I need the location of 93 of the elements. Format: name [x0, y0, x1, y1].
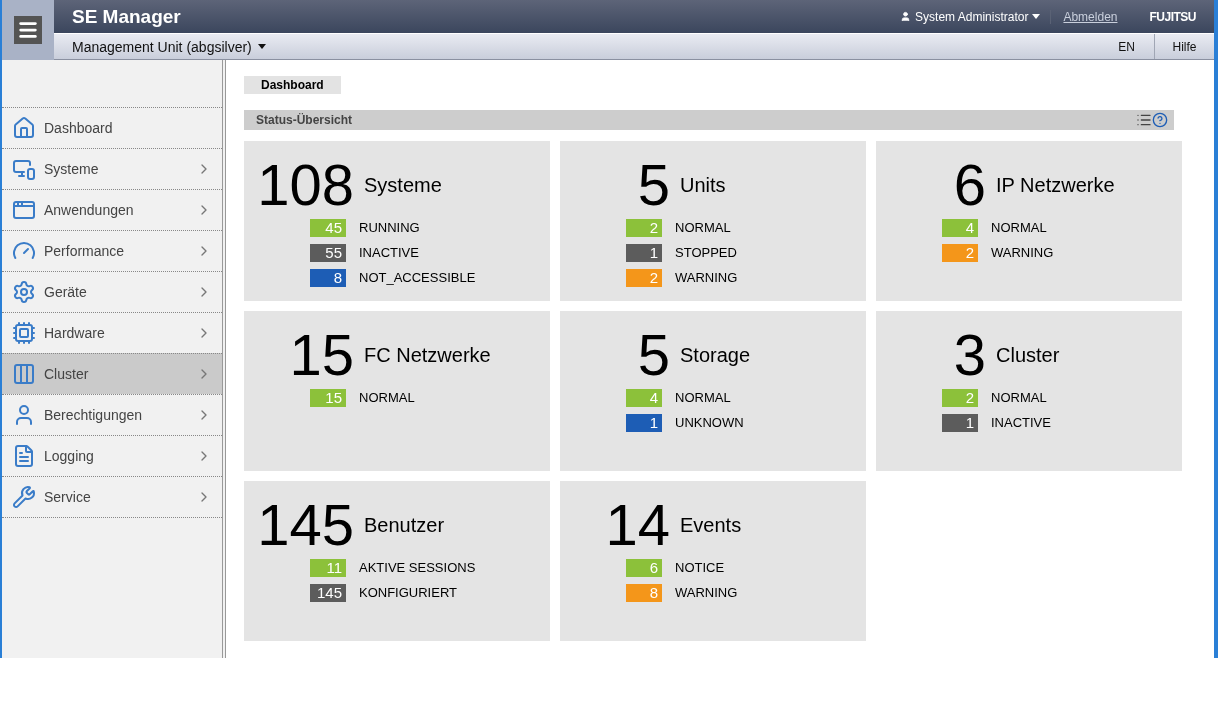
status-label: NORMAL: [358, 390, 416, 405]
status-label: RUNNING: [358, 220, 421, 235]
tile-count: 3: [952, 325, 986, 385]
columns-icon: [12, 362, 36, 386]
status-label: WARNING: [674, 270, 739, 285]
document-icon: [12, 444, 36, 468]
tile-count: 14: [604, 495, 670, 555]
breadcrumb: Dashboard: [244, 76, 341, 94]
caret-icon: [257, 44, 266, 49]
status-count: 1: [626, 413, 662, 432]
menu-button[interactable]: [14, 16, 42, 44]
status-count: 8: [310, 268, 346, 287]
status-label: NORMAL: [674, 390, 732, 405]
status-count: 8: [626, 583, 662, 602]
sidebar-label: Service: [44, 489, 92, 505]
sidebar-label: Geräte: [44, 284, 88, 300]
status-label: NORMAL: [990, 220, 1048, 235]
status-count: 4: [626, 388, 662, 407]
tile-title: Units: [679, 173, 727, 197]
tile-count: 145: [256, 495, 354, 555]
wrench-icon: [12, 485, 36, 509]
sidebar-item[interactable]: Cluster: [2, 353, 222, 394]
sidebar-label: Berechtigungen: [44, 407, 144, 423]
status-count: 55: [310, 243, 346, 262]
app-title: SE Manager: [72, 5, 182, 28]
tile-count: 15: [288, 325, 354, 385]
status-count: 2: [626, 218, 662, 237]
status-label: AKTIVE SESSIONS: [358, 560, 477, 575]
status-count: 6: [626, 558, 662, 577]
status-label: NOTICE: [674, 560, 726, 575]
sidebar-label: Hardware: [44, 325, 106, 341]
caret-icon: [1032, 14, 1041, 19]
window-icon: [12, 198, 36, 222]
tile-title: Storage: [679, 343, 752, 367]
status-count: 145: [310, 583, 346, 602]
sidebar-item[interactable]: Systeme: [2, 148, 222, 189]
sidebar-label: Performance: [44, 243, 126, 259]
status-label: KONFIGURIERT: [358, 585, 458, 600]
sidebar-label: Logging: [44, 448, 95, 464]
menu-icon: [17, 19, 39, 41]
house-icon: [12, 116, 36, 140]
tile-title: IP Netzwerke: [995, 173, 1116, 197]
sidebar-label: Cluster: [44, 366, 90, 382]
tile-title: Benutzer: [363, 513, 446, 537]
gear-icon: [12, 280, 36, 304]
tile-title: FC Netzwerke: [363, 343, 492, 367]
help-button[interactable]: Hilfe: [1154, 34, 1214, 59]
status-label: WARNING: [674, 585, 739, 600]
user-icon: [900, 11, 912, 22]
status-count: 2: [942, 388, 978, 407]
status-count: 11: [310, 558, 346, 577]
monitors-icon: [12, 157, 36, 181]
status-count: 2: [626, 268, 662, 287]
sidebar-label: Anwendungen: [44, 202, 135, 218]
tile-title: Cluster: [995, 343, 1061, 367]
status-count: 1: [626, 243, 662, 262]
status-label: WARNING: [990, 245, 1055, 260]
sidebar-item[interactable]: Performance: [2, 230, 222, 271]
sidebar-item[interactable]: Berechtigungen: [2, 394, 222, 435]
status-count: 15: [310, 388, 346, 407]
status-count: 4: [942, 218, 978, 237]
tile-count: 5: [636, 155, 670, 215]
sidebar-item[interactable]: Anwendungen: [2, 189, 222, 230]
status-label: NOT_ACCESSIBLE: [358, 270, 477, 285]
user-menu[interactable]: System Administrator: [900, 9, 1052, 24]
tile-title: Events: [679, 513, 743, 537]
tile-count: 5: [636, 325, 670, 385]
language-button[interactable]: EN: [1099, 34, 1154, 59]
tile-count: 108: [256, 155, 354, 215]
status-label: INACTIVE: [990, 415, 1052, 430]
sidebar-item[interactable]: Dashboard: [2, 107, 222, 148]
sidebar-label: Systeme: [44, 161, 100, 177]
sidebar-item[interactable]: Service: [2, 476, 222, 518]
tile-title: Systeme: [363, 173, 443, 197]
sidebar-label: Dashboard: [44, 120, 114, 136]
sidebar-item[interactable]: Geräte: [2, 271, 222, 312]
status-label: STOPPED: [674, 245, 738, 260]
section-title: Status-Übersicht: [256, 113, 354, 127]
status-count: 2: [942, 243, 978, 262]
status-label: INACTIVE: [358, 245, 420, 260]
help-icon[interactable]: [1152, 112, 1168, 128]
status-label: NORMAL: [990, 390, 1048, 405]
tile-count: 6: [952, 155, 986, 215]
status-count: 45: [310, 218, 346, 237]
logo: FUJITSU: [1149, 9, 1196, 24]
status-label: UNKNOWN: [674, 415, 745, 430]
status-label: NORMAL: [674, 220, 732, 235]
sidebar-item[interactable]: Logging: [2, 435, 222, 476]
logout-link[interactable]: Abmelden: [1063, 9, 1118, 24]
chip-icon: [12, 321, 36, 345]
list-icon[interactable]: [1136, 112, 1152, 128]
status-count: 1: [942, 413, 978, 432]
unit-selector[interactable]: Management Unit (abgsilver): [72, 38, 1099, 55]
